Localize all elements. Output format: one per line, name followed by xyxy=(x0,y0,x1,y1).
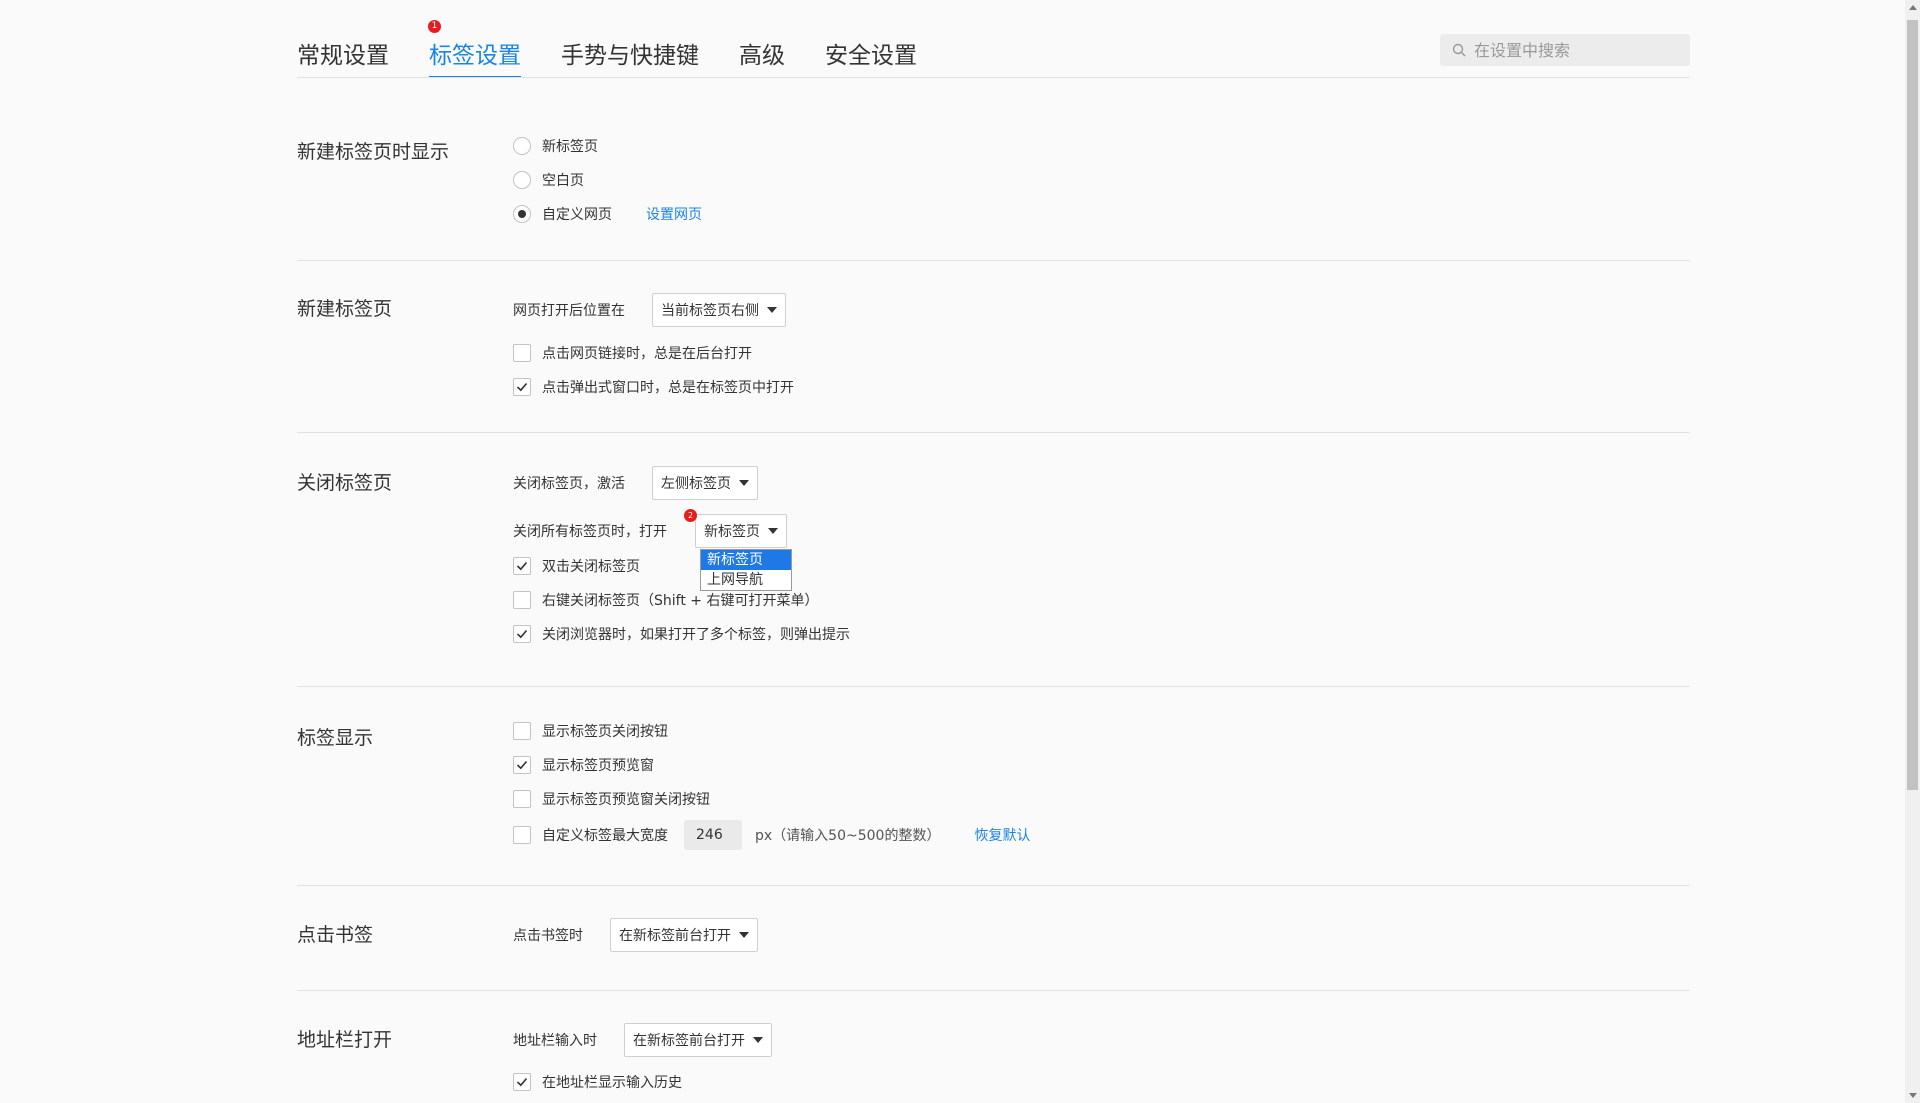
restore-default-link[interactable]: 恢复默认 xyxy=(974,825,1030,845)
notification-badge: 1 xyxy=(428,20,441,33)
divider xyxy=(297,686,1690,687)
settings-page: 常规设置 1 标签设置 手势与快捷键 高级 安全设置 新建标签页时显示 新标签页… xyxy=(0,0,1920,1103)
scroll-down-arrow-icon[interactable] xyxy=(1909,1093,1917,1098)
checkbox-open-links-background[interactable]: 点击网页链接时，总是在后台打开 xyxy=(513,343,752,363)
close-tab-activate-row: 关闭标签页，激活 左侧标签页 xyxy=(513,466,758,500)
dropdown-option-new-tab[interactable]: 新标签页 xyxy=(701,550,791,570)
tab-security[interactable]: 安全设置 xyxy=(825,26,917,76)
checkmark-icon xyxy=(516,1077,528,1087)
divider xyxy=(297,432,1690,433)
radio-new-tab[interactable]: 新标签页 xyxy=(513,136,598,156)
notification-badge: 2 xyxy=(684,509,697,522)
address-bar-open-select[interactable]: 在新标签前台打开 xyxy=(624,1023,772,1057)
section-title: 新建标签页 xyxy=(297,298,393,320)
checkbox-show-input-history[interactable]: 在地址栏显示输入历史 xyxy=(513,1072,682,1092)
radio-button[interactable] xyxy=(513,171,531,189)
checkbox[interactable] xyxy=(513,790,531,808)
section-title: 关闭标签页 xyxy=(297,472,393,494)
close-all-tabs-select[interactable]: 新标签页 xyxy=(695,514,787,548)
checkbox-show-preview[interactable]: 显示标签页预览窗 xyxy=(513,755,654,775)
divider xyxy=(297,885,1690,886)
checkmark-icon xyxy=(516,561,528,571)
checkbox[interactable] xyxy=(513,344,531,362)
bookmark-open-row: 点击书签时 在新标签前台打开 xyxy=(513,918,758,952)
chevron-down-icon xyxy=(768,528,778,534)
checkbox[interactable] xyxy=(513,591,531,609)
radio-custom-page[interactable]: 自定义网页 设置网页 xyxy=(513,204,702,224)
checkbox[interactable] xyxy=(513,722,531,740)
checkbox-checked[interactable] xyxy=(513,1073,531,1091)
settings-search[interactable] xyxy=(1440,34,1690,66)
divider xyxy=(297,260,1690,261)
new-tab-position-row: 网页打开后位置在 当前标签页右侧 xyxy=(513,293,786,327)
close-tab-activate-select[interactable]: 左侧标签页 xyxy=(652,466,758,500)
bookmark-open-select[interactable]: 在新标签前台打开 xyxy=(610,918,758,952)
checkbox-checked[interactable] xyxy=(513,625,531,643)
close-all-tabs-dropdown: 新标签页 上网导航 xyxy=(700,549,792,591)
nav-divider xyxy=(297,77,1690,78)
section-title: 新建标签页时显示 xyxy=(297,141,450,163)
chevron-down-icon xyxy=(739,480,749,486)
checkbox-popup-in-tab[interactable]: 点击弹出式窗口时，总是在标签页中打开 xyxy=(513,377,794,397)
tab-general[interactable]: 常规设置 xyxy=(297,26,389,76)
tab-width-input[interactable]: 246 xyxy=(684,820,742,850)
checkbox[interactable] xyxy=(513,826,531,844)
checkbox-show-preview-close[interactable]: 显示标签页预览窗关闭按钮 xyxy=(513,789,710,809)
checkbox-checked[interactable] xyxy=(513,756,531,774)
scrollbar-thumb[interactable] xyxy=(1907,20,1918,790)
checkbox-double-click-close[interactable]: 双击关闭标签页 xyxy=(513,556,640,576)
chevron-down-icon xyxy=(753,1037,763,1043)
set-webpage-link[interactable]: 设置网页 xyxy=(646,204,702,224)
custom-width-row: 自定义标签最大宽度 246 px（请输入50~500的整数） 恢复默认 xyxy=(513,820,1030,850)
section-title: 点击书签 xyxy=(297,924,374,946)
radio-button-selected[interactable] xyxy=(513,205,531,223)
settings-tabs: 常规设置 1 标签设置 手势与快捷键 高级 安全设置 xyxy=(297,20,957,78)
width-hint: px（请输入50~500的整数） xyxy=(755,828,941,844)
dropdown-option-web-nav[interactable]: 上网导航 xyxy=(701,570,791,590)
vertical-scrollbar[interactable] xyxy=(1905,0,1920,1103)
tab-tab-settings[interactable]: 1 标签设置 xyxy=(428,20,521,78)
new-tab-position-select[interactable]: 当前标签页右侧 xyxy=(652,293,786,327)
checkbox-right-click-close[interactable]: 右键关闭标签页（Shift + 右键可打开菜单） xyxy=(513,590,818,610)
tab-advanced[interactable]: 高级 xyxy=(739,26,785,76)
address-bar-open-row: 地址栏输入时 在新标签前台打开 xyxy=(513,1023,772,1057)
close-all-tabs-row: 关闭所有标签页时，打开 新标签页 xyxy=(513,514,787,548)
search-input[interactable] xyxy=(1472,39,1676,61)
section-title: 标签显示 xyxy=(297,727,374,749)
section-title: 地址栏打开 xyxy=(297,1029,393,1051)
checkbox-checked[interactable] xyxy=(513,378,531,396)
chevron-down-icon xyxy=(739,932,749,938)
checkmark-icon xyxy=(516,382,528,392)
radio-blank-page[interactable]: 空白页 xyxy=(513,170,584,190)
checkbox-close-browser-prompt[interactable]: 关闭浏览器时，如果打开了多个标签，则弹出提示 xyxy=(513,624,850,644)
scroll-up-arrow-icon[interactable] xyxy=(1909,5,1917,10)
search-icon xyxy=(1452,43,1466,57)
radio-button[interactable] xyxy=(513,137,531,155)
divider xyxy=(297,990,1690,991)
checkmark-icon xyxy=(516,760,528,770)
checkbox-show-close-button[interactable]: 显示标签页关闭按钮 xyxy=(513,721,668,741)
checkmark-icon xyxy=(516,629,528,639)
tab-gestures-shortcuts[interactable]: 手势与快捷键 xyxy=(561,26,699,76)
checkbox-checked[interactable] xyxy=(513,557,531,575)
chevron-down-icon xyxy=(767,307,777,313)
